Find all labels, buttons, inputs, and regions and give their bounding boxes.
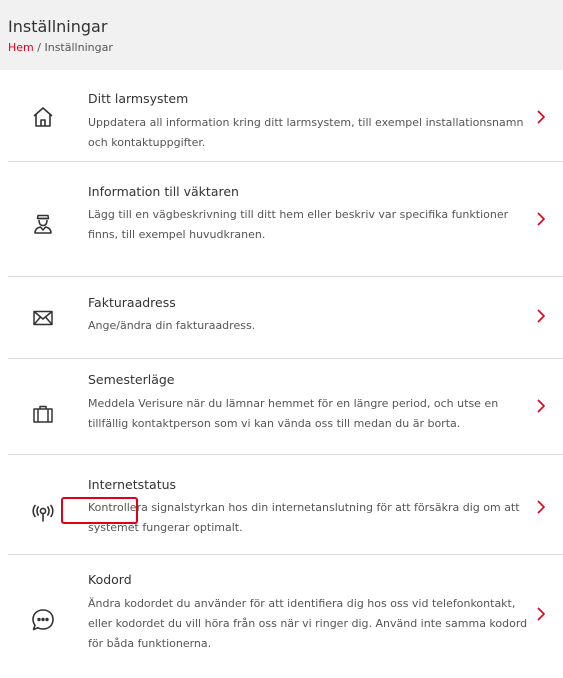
settings-item-vaktaren[interactable]: Information till väktaren Lägg till en v… xyxy=(8,162,563,277)
breadcrumb-separator: / xyxy=(37,41,41,54)
settings-item-title: Ditt larmsystem xyxy=(88,91,189,106)
chevron-right-icon xyxy=(537,500,546,514)
settings-item-description: Kontrollera signalstyrkan hos din intern… xyxy=(88,501,520,534)
settings-item-title: Fakturaadress xyxy=(88,295,176,310)
settings-page: Inställningar Hem / Inställningar Ditt l… xyxy=(0,0,563,678)
chevron-right-icon xyxy=(537,110,546,124)
chevron-right-icon xyxy=(537,399,546,413)
page-title: Inställningar xyxy=(8,17,108,36)
settings-item-description: Meddela Verisure när du lämnar hemmet fö… xyxy=(88,397,499,430)
guard-icon xyxy=(30,211,56,237)
house-icon xyxy=(30,104,56,130)
settings-item-kodord[interactable]: Kodord Ändra kodordet du använder för at… xyxy=(8,555,563,678)
settings-item-title: Semesterläge xyxy=(88,372,175,387)
settings-list: Ditt larmsystem Uppdatera all informatio… xyxy=(8,70,563,678)
settings-item-internetstatus[interactable]: Internetstatus Kontrollera signalstyrkan… xyxy=(8,455,563,555)
settings-item-fakturaadress[interactable]: Fakturaadress Ange/ändra din fakturaadre… xyxy=(8,277,563,359)
settings-item-description: Ändra kodordet du använder för att ident… xyxy=(88,597,528,650)
settings-item-title: Kodord xyxy=(88,572,132,587)
breadcrumb-home-link[interactable]: Hem xyxy=(8,41,34,54)
settings-item-title: Internetstatus xyxy=(88,477,177,492)
envelope-icon xyxy=(30,305,56,331)
chevron-right-icon xyxy=(537,212,546,226)
breadcrumb-current: Inställningar xyxy=(44,41,113,54)
chevron-right-icon xyxy=(537,309,546,323)
settings-item-description: Lägg till en vägbeskrivning till ditt he… xyxy=(88,208,509,241)
page-header: Inställningar Hem / Inställningar xyxy=(0,0,563,70)
settings-item-semesterlage[interactable]: Semesterläge Meddela Verisure när du läm… xyxy=(8,359,563,455)
chat-bubble-icon xyxy=(30,607,56,633)
settings-item-larmsystem[interactable]: Ditt larmsystem Uppdatera all informatio… xyxy=(8,70,563,162)
settings-item-description: Ange/ändra din fakturaadress. xyxy=(88,319,256,332)
suitcase-icon xyxy=(30,401,56,427)
signal-icon xyxy=(30,501,56,527)
settings-item-title: Information till väktaren xyxy=(88,184,239,199)
breadcrumb: Hem / Inställningar xyxy=(8,41,113,54)
chevron-right-icon xyxy=(537,607,546,621)
settings-item-description: Uppdatera all information kring ditt lar… xyxy=(88,116,524,149)
